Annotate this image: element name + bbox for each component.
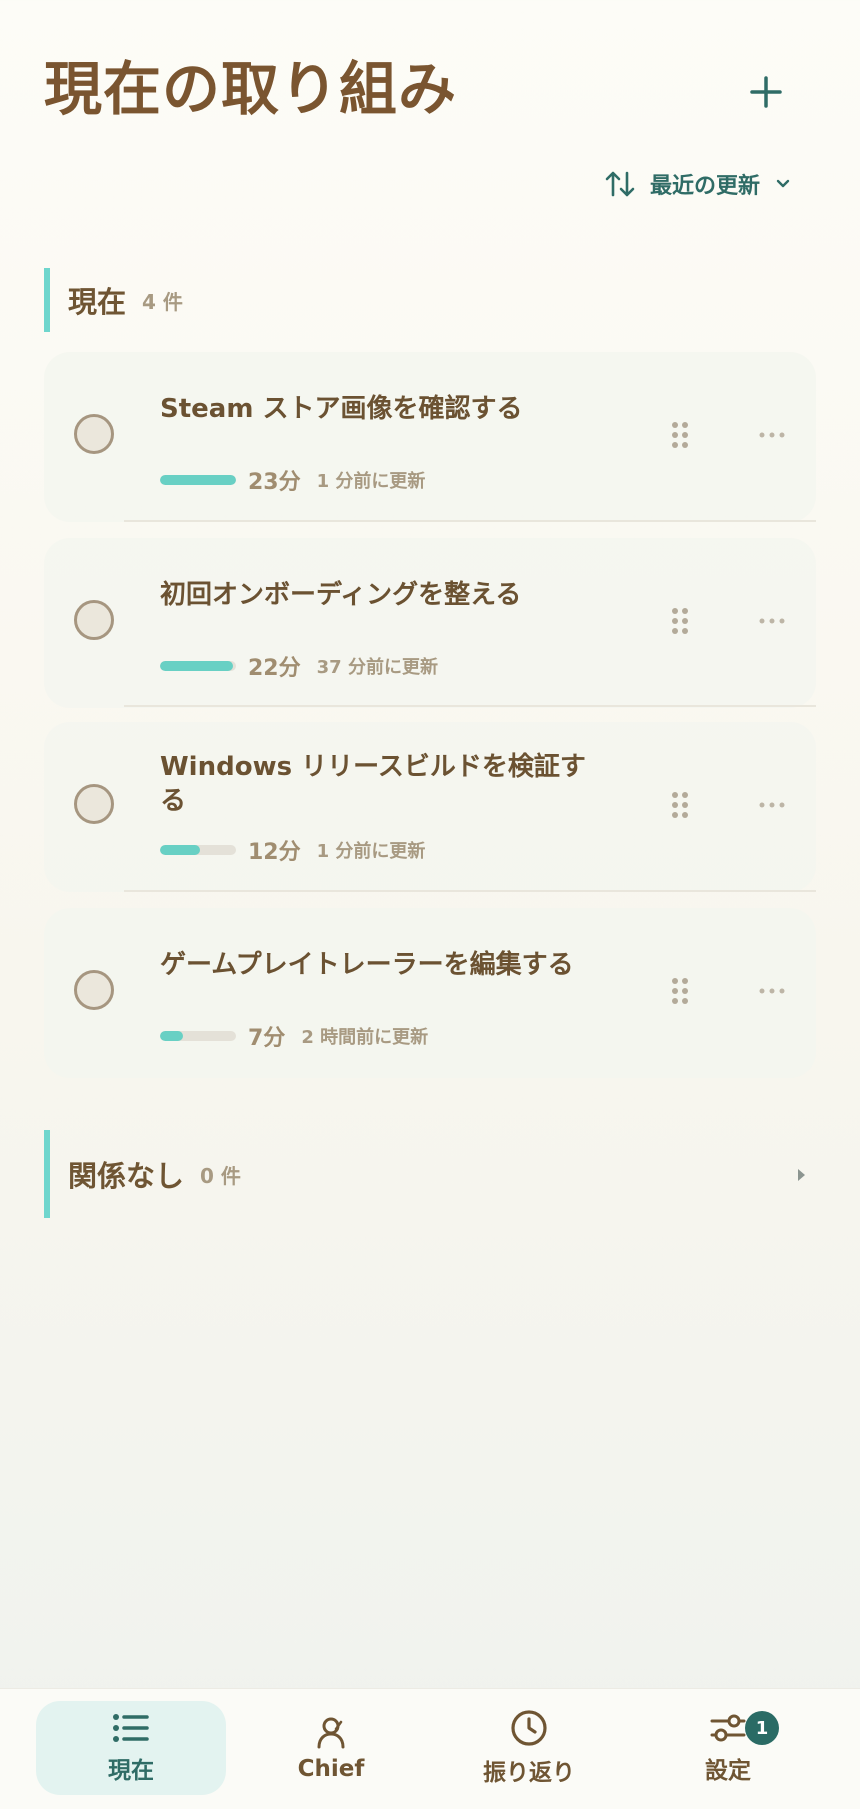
task-updated: 37 分前に更新	[316, 657, 438, 678]
header: 現在の取り組み	[44, 48, 816, 138]
task-updated: 2 時間前に更新	[301, 1027, 429, 1048]
task-meta: 7分 2 時間前に更新	[160, 1020, 428, 1052]
task-updated: 1 分前に更新	[316, 471, 426, 492]
task-card[interactable]: Steam ストア画像を確認する 23分 1 分前に更新	[44, 352, 816, 522]
complete-checkbox[interactable]	[74, 784, 114, 824]
notification-badge: 1	[745, 1711, 779, 1745]
progress-fill	[160, 661, 233, 671]
task-duration: 12分	[248, 840, 301, 865]
sort-arrows-icon	[605, 171, 635, 197]
progress-bar	[160, 1031, 236, 1041]
task-title: Windows リリースビルドを検証する	[160, 752, 586, 816]
task-title: 初回オンボーディングを整える	[160, 580, 522, 610]
task-card[interactable]: Windows リリースビルドを検証する 12分 1 分前に更新	[44, 722, 816, 892]
person-icon	[317, 1717, 345, 1749]
tab-label: 設定	[705, 1758, 751, 1784]
complete-checkbox[interactable]	[74, 414, 114, 454]
page-title: 現在の取り組み	[44, 55, 458, 123]
task-updated: 1 分前に更新	[316, 841, 426, 862]
tab-label: 振り返り	[483, 1760, 575, 1786]
progress-bar	[160, 845, 236, 855]
tab-label: 現在	[108, 1758, 154, 1784]
tab-current[interactable]: 現在	[36, 1701, 226, 1795]
section-title: 関係なし	[68, 1159, 185, 1193]
add-button[interactable]	[744, 70, 788, 114]
tab-settings[interactable]: 設定 1	[633, 1701, 823, 1795]
plus-icon	[750, 76, 782, 108]
task-meta: 22分 37 分前に更新	[160, 650, 438, 682]
drag-handle-icon[interactable]	[670, 790, 690, 820]
drag-handle-icon[interactable]	[670, 976, 690, 1006]
tab-review[interactable]: 振り返り	[434, 1701, 624, 1795]
more-options-icon[interactable]	[758, 616, 786, 626]
section-header-unrelated[interactable]: 関係なし 0 件	[44, 1130, 816, 1218]
complete-checkbox[interactable]	[74, 600, 114, 640]
divider	[124, 890, 816, 892]
section-title: 現在	[68, 285, 127, 319]
section-header-current: 現在 4 件	[44, 268, 816, 332]
section-count: 0 件	[200, 1163, 241, 1188]
clock-icon	[511, 1710, 547, 1746]
task-duration: 23分	[248, 470, 301, 495]
task-meta: 23分 1 分前に更新	[160, 464, 425, 496]
task-card[interactable]: ゲームプレイトレーラーを編集する 7分 2 時間前に更新	[44, 908, 816, 1078]
progress-fill	[160, 1031, 183, 1041]
task-title: ゲームプレイトレーラーを編集する	[160, 950, 574, 980]
chevron-right-icon[interactable]	[794, 1166, 808, 1184]
progress-fill	[160, 845, 200, 855]
section-count: 4 件	[142, 289, 183, 314]
progress-bar	[160, 475, 236, 485]
drag-handle-icon[interactable]	[670, 420, 690, 450]
task-meta: 12分 1 分前に更新	[160, 834, 425, 866]
more-options-icon[interactable]	[758, 986, 786, 996]
tab-chief[interactable]: Chief	[236, 1701, 426, 1795]
divider	[124, 705, 816, 707]
sort-selector[interactable]: 最近の更新	[604, 168, 792, 200]
progress-fill	[160, 475, 236, 485]
complete-checkbox[interactable]	[74, 970, 114, 1010]
sliders-icon	[710, 1714, 746, 1742]
task-duration: 7分	[248, 1026, 286, 1051]
task-card[interactable]: 初回オンボーディングを整える 22分 37 分前に更新	[44, 538, 816, 708]
divider	[124, 520, 816, 522]
task-title: Steam ストア画像を確認する	[160, 394, 523, 424]
sort-label: 最近の更新	[649, 174, 760, 199]
bottom-tab-bar: 現在 Chief 振り返り 設定 1	[0, 1688, 860, 1809]
list-icon	[113, 1714, 149, 1742]
progress-bar	[160, 661, 236, 671]
task-duration: 22分	[248, 656, 301, 681]
chevron-down-icon	[776, 179, 790, 188]
tab-label: Chief	[297, 1756, 365, 1782]
more-options-icon[interactable]	[758, 430, 786, 440]
drag-handle-icon[interactable]	[670, 606, 690, 636]
more-options-icon[interactable]	[758, 800, 786, 810]
